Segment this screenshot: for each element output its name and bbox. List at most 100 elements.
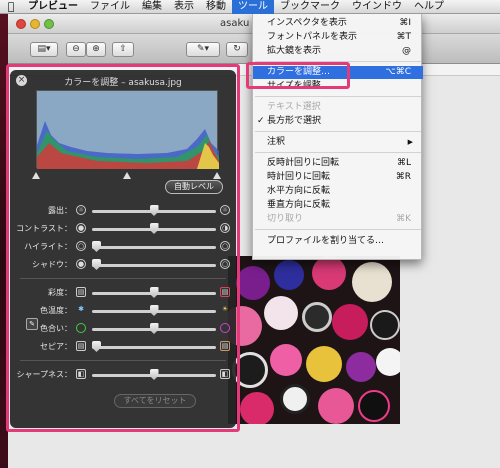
window-title: asaku [220,18,250,29]
shadows-low-icon: ● [76,259,86,269]
menu-item-show-fonts[interactable]: フォントパネルを表示 ⌘T [253,31,423,44]
menu-separator [255,229,421,230]
auto-levels-button[interactable]: 自動レベル [165,180,223,194]
photo-content [228,256,400,424]
midtone-handle[interactable] [123,172,131,179]
saturation-label: 彩度： [48,288,72,297]
highlights-high-icon: ○ [220,241,230,251]
sepia-label: セピア： [40,342,72,351]
tint-green-icon [76,323,86,333]
contrast-row: コントラスト： ● ◑ [10,222,236,236]
sepia-slider-track[interactable] [92,346,216,349]
shadows-high-icon: ○ [220,259,230,269]
contrast-low-icon: ● [76,223,86,233]
white-point-handle[interactable] [213,172,221,179]
sepia-slider-thumb[interactable] [92,341,101,352]
panel-divider [20,360,226,361]
apple-menu-icon[interactable]:  [0,0,22,13]
menubar:  プレビュー ファイル 編集 表示 移動 ツール ブックマーク ウインドウ ヘ… [0,0,500,14]
saturation-slider-thumb[interactable] [149,287,159,298]
sharpness-slider-thumb[interactable] [149,369,159,380]
temperature-warm-icon: ☀ [221,305,229,313]
menu-item-annotate[interactable]: 注釈 ▶ [253,136,423,149]
menu-bookmarks[interactable]: ブックマーク [274,0,346,14]
exposure-high-icon: ☼ [220,205,230,215]
sepia-row: セピア： ▤ ▤ [10,340,236,354]
share-button[interactable]: ⇧ [112,42,134,57]
annotate-button[interactable]: ✎▾ [186,42,220,57]
shadows-slider-track[interactable] [92,264,216,267]
menu-edit[interactable]: 編集 [136,0,168,14]
zoom-window-button[interactable] [44,19,54,29]
temperature-cool-icon: ✱ [78,305,84,313]
shadows-row: シャドウ： ● ○ [10,258,236,272]
sharpness-label: シャープネス： [16,370,72,379]
tint-label: 色合い： [40,324,72,333]
exposure-row: 露出： ☼ ☼ [10,204,236,218]
sepia-low-icon: ▤ [76,341,86,351]
saturation-high-icon: ▤ [220,287,230,297]
contrast-slider-thumb[interactable] [149,223,159,234]
saturation-low-icon: ▤ [76,287,86,297]
reset-all-button[interactable]: すべてをリセット [114,394,196,408]
menu-separator [255,131,421,132]
sepia-high-icon: ▤ [220,341,230,351]
checkmark-icon: ✓ [257,116,265,126]
zoom-in-button[interactable]: ⊕ [86,42,106,57]
histogram-graph [37,121,219,169]
highlights-slider-thumb[interactable] [92,241,101,252]
temperature-slider-thumb[interactable] [149,305,159,316]
menu-go[interactable]: 移動 [200,0,232,14]
exposure-low-icon: ☼ [76,205,86,215]
adjust-color-highlight-frame [246,62,350,89]
menu-item-rotate-right[interactable]: 時計回りに回転 ⌘R [253,171,423,184]
sharpness-high-icon: ◧ [220,369,230,379]
menu-item-crop[interactable]: 切り取り ⌘K [253,213,423,226]
contrast-label: コントラスト： [16,224,72,233]
saturation-row: 彩度： ▤ ▤ [10,286,236,300]
menu-window[interactable]: ウインドウ [346,0,408,14]
menu-item-text-select[interactable]: テキスト選択 [253,101,423,114]
close-window-button[interactable] [16,19,26,29]
panel-title: カラーを調整 – asakusa.jpg [64,78,182,88]
adjust-color-panel: × カラーを調整 – asakusa.jpg 自動レベル 露出： ☼ ☼ コント… [10,70,236,428]
tint-row: 色合い： [10,322,236,336]
sharpness-row: シャープネス： ◧ ◧ [10,368,236,382]
histogram [36,90,219,169]
panel-divider [20,278,226,279]
menu-view[interactable]: 表示 [168,0,200,14]
tint-magenta-icon [220,323,230,333]
menu-separator [255,96,421,97]
submenu-arrow-icon: ▶ [407,138,413,146]
highlights-row: ハイライト： ○ ○ [10,240,236,254]
menu-help[interactable]: ヘルプ [408,0,450,14]
menu-item-flip-horizontal[interactable]: 水平方向に反転 [253,185,423,198]
menu-item-assign-profile[interactable]: プロファイルを割り当てる… [253,235,423,248]
menu-file[interactable]: ファイル [84,0,136,14]
menu-item-flip-vertical[interactable]: 垂直方向に反転 [253,199,423,212]
tint-slider-thumb[interactable] [149,323,159,334]
menu-item-show-magnifier[interactable]: 拡大鏡を表示 @ [253,45,423,58]
menu-preview[interactable]: プレビュー [22,0,84,14]
tools-menu: インスペクタを表示 ⌘I フォントパネルを表示 ⌘T 拡大鏡を表示 @ カラーを… [252,14,423,260]
exposure-label: 露出： [48,206,72,215]
menu-tools[interactable]: ツール [232,0,274,14]
menu-item-show-inspector[interactable]: インスペクタを表示 ⌘I [253,17,423,30]
menu-item-rotate-left[interactable]: 反時計回りに回転 ⌘L [253,157,423,170]
menu-item-rectangular-select[interactable]: ✓ 長方形で選択 [253,115,423,128]
sidebar-view-button[interactable]: ▤▾ [30,42,58,57]
rotate-button[interactable]: ↻ [226,42,248,57]
sharpness-low-icon: ◧ [76,369,86,379]
highlights-slider-track[interactable] [92,246,216,249]
temperature-row: 色温度： ✱ ☀ [10,304,236,318]
zoom-out-button[interactable]: ⊖ [66,42,86,57]
black-point-handle[interactable] [32,172,40,179]
highlights-low-icon: ○ [76,241,86,251]
highlights-label: ハイライト： [24,242,72,251]
shadows-label: シャドウ： [32,260,72,269]
exposure-slider-thumb[interactable] [149,205,159,216]
shadows-slider-thumb[interactable] [92,259,101,270]
minimize-window-button[interactable] [30,19,40,29]
menu-separator [255,152,421,153]
temperature-label: 色温度： [40,306,72,315]
